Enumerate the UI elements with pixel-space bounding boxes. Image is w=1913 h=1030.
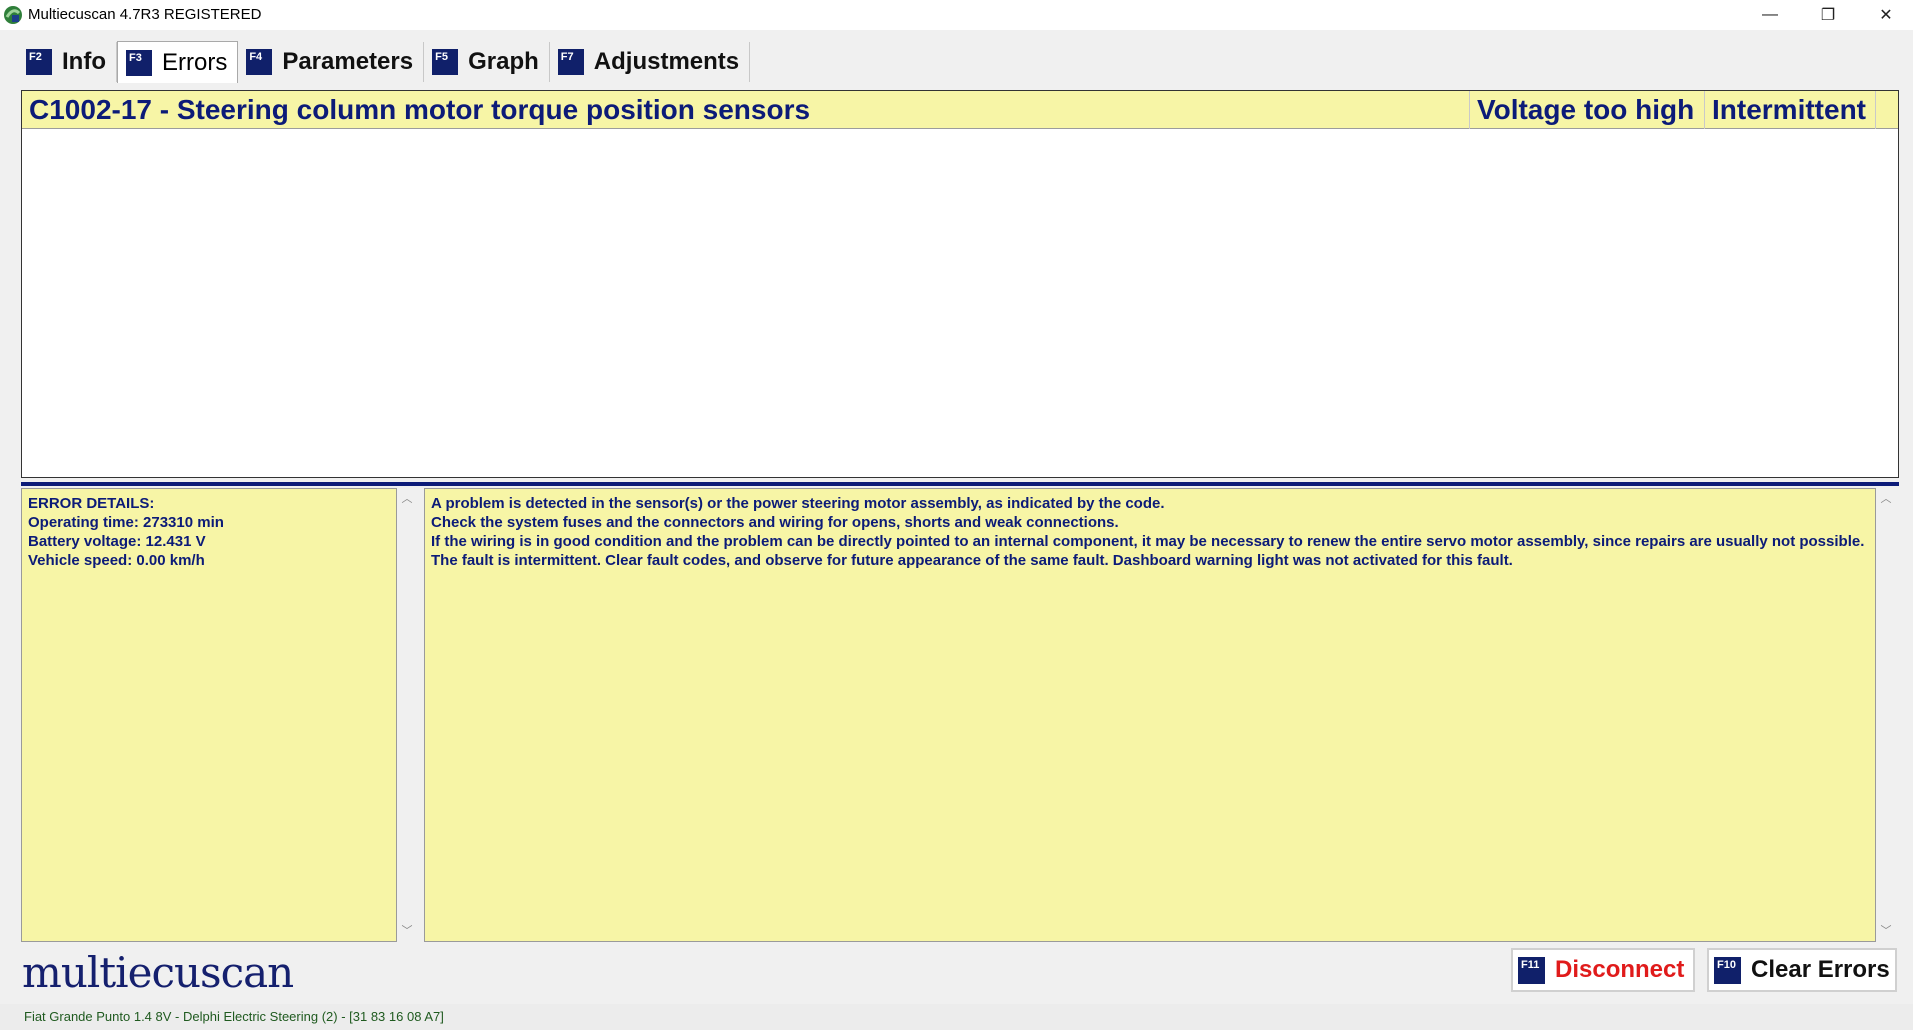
description-line: If the wiring is in good condition and t… bbox=[431, 533, 1865, 550]
description-line: The fault is intermittent. Clear fault c… bbox=[431, 552, 1513, 569]
tab-label: Graph bbox=[468, 48, 539, 75]
tab-info[interactable]: F2 Info bbox=[18, 42, 117, 82]
window-title: Multiecuscan 4.7R3 REGISTERED bbox=[28, 6, 262, 23]
vehicle-speed: Vehicle speed: 0.00 km/h bbox=[28, 552, 205, 569]
error-status: Intermittent bbox=[1705, 90, 1876, 129]
details-scrollbar[interactable]: ︿ ﹀ bbox=[398, 488, 416, 942]
tab-errors[interactable]: F3 Errors bbox=[116, 41, 239, 83]
description-line: Check the system fuses and the connector… bbox=[431, 514, 1119, 531]
main-frame: F2 Info F3 Errors F4 Parameters F5 Graph… bbox=[0, 30, 1913, 1030]
scroll-down-icon[interactable]: ﹀ bbox=[1877, 922, 1895, 940]
error-details-panel: ERROR DETAILS: Operating time: 273310 mi… bbox=[21, 488, 397, 942]
tab-adjustments[interactable]: F7 Adjustments bbox=[550, 42, 751, 82]
tab-parameters[interactable]: F4 Parameters bbox=[238, 42, 425, 82]
f11-key-badge: F11 bbox=[1518, 956, 1545, 984]
clear-errors-button[interactable]: F10 Clear Errors bbox=[1707, 948, 1897, 992]
scroll-down-icon[interactable]: ﹀ bbox=[398, 922, 416, 940]
close-button[interactable]: ✕ bbox=[1857, 0, 1913, 30]
tab-label: Errors bbox=[161, 48, 228, 76]
tab-label: Adjustments bbox=[593, 48, 740, 75]
f3-key-badge: F3 bbox=[125, 49, 152, 76]
f7-key-badge: F7 bbox=[557, 49, 584, 75]
error-description-panel: A problem is detected in the sensor(s) o… bbox=[424, 488, 1876, 942]
tab-label: Parameters bbox=[282, 48, 414, 75]
description-line: A problem is detected in the sensor(s) o… bbox=[431, 495, 1165, 512]
multiecuscan-logo: multiecuscan bbox=[22, 948, 294, 997]
error-type: Voltage too high bbox=[1470, 90, 1705, 129]
operating-time: Operating time: 273310 min bbox=[28, 514, 224, 531]
f5-key-badge: F5 bbox=[432, 49, 459, 75]
error-row[interactable]: C1002-17 - Steering column motor torque … bbox=[22, 90, 1898, 129]
maximize-button[interactable]: ❐ bbox=[1799, 0, 1857, 30]
error-list: C1002-17 - Steering column motor torque … bbox=[21, 90, 1899, 478]
f4-key-badge: F4 bbox=[246, 49, 273, 75]
f10-key-badge: F10 bbox=[1714, 956, 1741, 984]
error-title: C1002-17 - Steering column motor torque … bbox=[22, 90, 1470, 129]
clear-errors-label: Clear Errors bbox=[1751, 956, 1890, 983]
minimize-button[interactable]: — bbox=[1741, 0, 1799, 30]
tab-graph[interactable]: F5 Graph bbox=[424, 42, 550, 82]
tab-label: Info bbox=[62, 48, 106, 75]
description-scrollbar[interactable]: ︿ ﹀ bbox=[1877, 488, 1895, 942]
multiecuscan-app-icon bbox=[4, 6, 22, 24]
battery-voltage: Battery voltage: 12.431 V bbox=[28, 533, 206, 550]
status-bar: Fiat Grande Punto 1.4 8V - Delphi Electr… bbox=[0, 1004, 1913, 1030]
scroll-up-icon[interactable]: ︿ bbox=[1877, 490, 1895, 508]
f2-key-badge: F2 bbox=[26, 49, 52, 75]
vehicle-status: Fiat Grande Punto 1.4 8V - Delphi Electr… bbox=[24, 1009, 444, 1024]
title-bar: Multiecuscan 4.7R3 REGISTERED — ❐ ✕ bbox=[0, 0, 1913, 30]
scroll-up-icon[interactable]: ︿ bbox=[398, 490, 416, 508]
tab-bar: F2 Info F3 Errors F4 Parameters F5 Graph… bbox=[18, 41, 751, 83]
disconnect-label: Disconnect bbox=[1555, 956, 1685, 983]
error-details-heading: ERROR DETAILS: bbox=[28, 495, 155, 512]
pane-divider bbox=[21, 482, 1899, 486]
disconnect-button[interactable]: F11 Disconnect bbox=[1511, 948, 1695, 992]
